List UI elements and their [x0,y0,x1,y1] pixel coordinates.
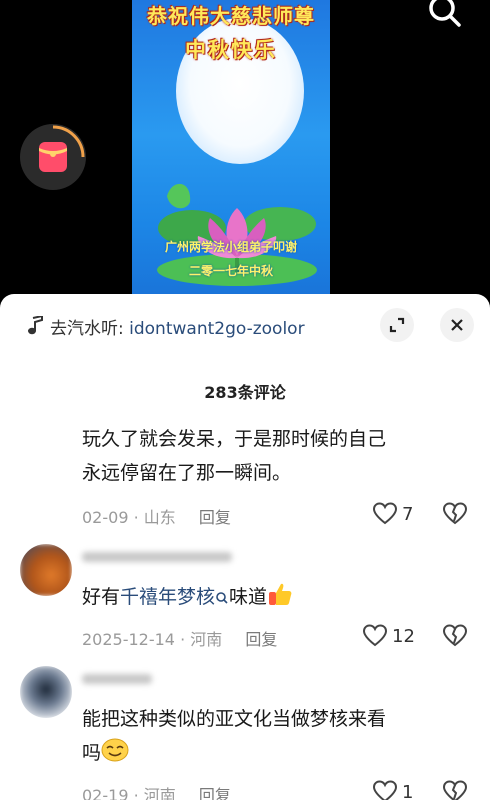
comment-meta: 02-19 · 河南 回复 [82,782,231,800]
red-envelope-button[interactable] [20,124,86,190]
like-count: 7 [402,503,414,525]
comment-text-line: 永远停留在了那一瞬间。 [82,462,292,484]
poster-subtitle-line2: 二零一七年中秋 [188,264,273,278]
thumbs-up-emoji-icon [269,583,292,605]
expand-button[interactable] [380,308,414,342]
comment-text[interactable]: 能把这种类似的亚文化当做梦核来看 吗 [82,702,472,770]
comment-text-part: 味道 [229,586,268,608]
close-icon [451,319,463,331]
avatar[interactable] [20,544,72,596]
search-small-icon [216,592,228,604]
comment-date: 2025-12-14 [82,630,175,649]
close-button[interactable] [440,308,474,342]
comment-text-line: 玩久了就会发呆，于是那时候的自己 [82,428,387,450]
comment-username[interactable] [82,550,232,566]
comment-meta: 02-09 · 山东 回复 [82,508,231,527]
search-icon [429,0,461,27]
video-frame: 恭祝伟大慈悲师尊 中秋快乐 广州两学法小组弟子叩谢 二零一七年中秋 [132,0,330,300]
comment-text[interactable]: 玩久了就会发呆，于是那时候的自己 永远停留在了那一瞬间。 [82,422,472,490]
comment-location: 河南 [143,786,176,800]
poster-title-line2: 中秋快乐 [185,37,277,62]
smiling-emoji-icon [101,738,129,762]
heart-icon [372,780,398,800]
comment-text-line: 能把这种类似的亚文化当做梦核来看 [82,708,387,730]
comment-location: 山东 [143,508,176,527]
broken-heart-icon [442,502,468,525]
comment-count: 283条评论 [204,383,286,402]
music-link[interactable]: 去汽水听: idontwant2go-zoolor [26,314,305,339]
search-button[interactable] [426,0,466,30]
like-button[interactable]: 1 [372,780,413,800]
like-button[interactable]: 12 [362,624,415,648]
music-note-icon [28,316,43,335]
like-count: 1 [402,781,414,800]
comments-panel: 去汽水听: idontwant2go-zoolor 283条评论 玩久了就会发呆… [0,294,490,800]
heart-icon [362,624,388,647]
heart-icon [372,502,398,525]
comment-location: 河南 [190,630,223,649]
comment-text[interactable]: 好有千禧年梦核 味道 [82,580,472,614]
like-button[interactable]: 7 [372,502,413,526]
poster-title-line1: 恭祝伟大慈悲师尊 [147,4,315,28]
comment-meta: 2025-12-14 · 河南 回复 [82,630,278,649]
reply-button[interactable]: 回复 [199,508,231,527]
reply-button[interactable]: 回复 [245,630,277,649]
reply-button[interactable]: 回复 [199,786,231,800]
dislike-button[interactable] [442,624,468,652]
video-player[interactable]: 恭祝伟大慈悲师尊 中秋快乐 广州两学法小组弟子叩谢 二零一七年中秋 [0,0,490,300]
poster-subtitle-line1: 广州两学法小组弟子叩谢 [164,240,297,254]
music-prefix: 去汽水听: [50,318,130,339]
like-count: 12 [392,625,415,647]
avatar[interactable] [20,666,72,718]
music-song-name[interactable]: idontwant2go-zoolor [129,319,304,339]
red-envelope-icon [39,142,67,172]
broken-heart-icon [442,624,468,647]
dislike-button[interactable] [442,502,468,530]
comment-text-part: 好有 [82,586,121,608]
dislike-button[interactable] [442,780,468,800]
comment-date: 02-19 [82,786,129,800]
comment-date: 02-09 [82,508,129,527]
expand-icon [389,317,405,333]
comment-username[interactable] [82,672,152,688]
broken-heart-icon [442,780,468,800]
search-keyword-link[interactable]: 千禧年梦核 [120,586,215,608]
comment-text-line: 吗 [82,742,102,764]
